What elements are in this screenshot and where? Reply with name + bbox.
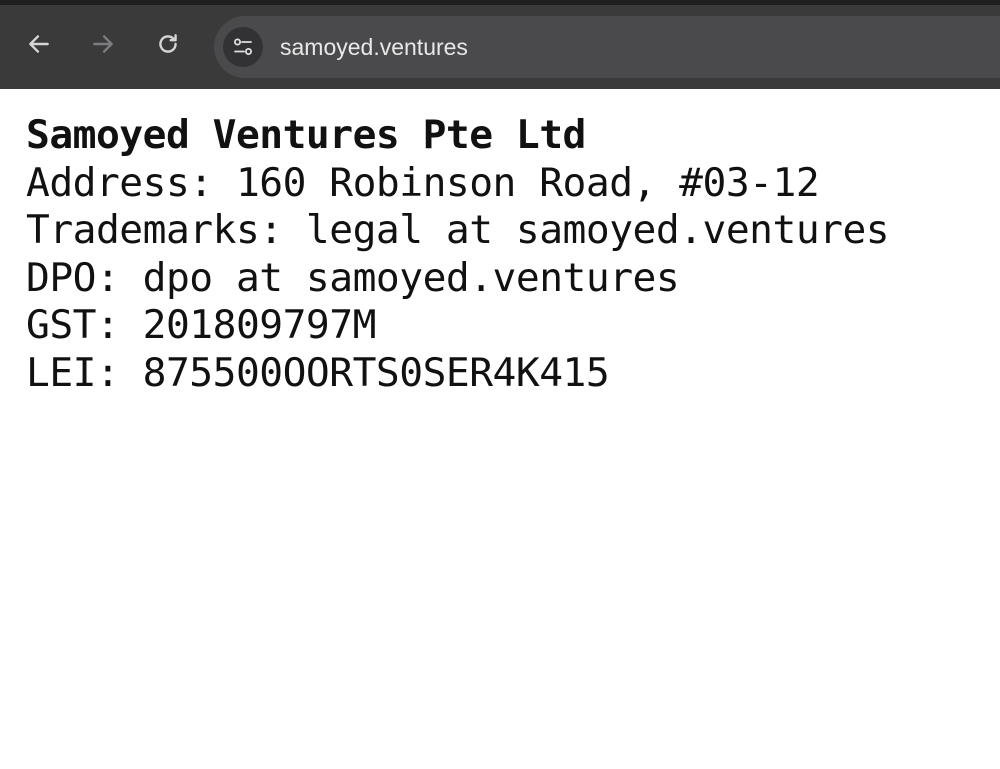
reload-button[interactable] <box>150 26 186 62</box>
page-content: Samoyed Ventures Pte Ltd Address: 160 Ro… <box>26 112 986 397</box>
tune-icon <box>234 38 252 55</box>
address-bar[interactable]: samoyed.ventures <box>214 16 1000 78</box>
arrow-right-icon <box>93 35 113 53</box>
back-button[interactable] <box>21 26 57 62</box>
forward-button[interactable] <box>85 26 121 62</box>
browser-toolbar: samoyed.ventures <box>0 0 1000 89</box>
gst-line: GST: 201809797M <box>26 302 376 348</box>
reload-icon <box>159 34 177 53</box>
dpo-line: DPO: dpo at samoyed.ventures <box>26 254 680 301</box>
trademarks-line: Trademarks: legal at samoyed.ventures <box>26 207 890 253</box>
lei-line: LEI: 875500OORTS0SER4K415 <box>26 349 610 396</box>
site-info-button[interactable] <box>223 27 263 67</box>
company-name: Samoyed Ventures Pte Ltd <box>26 112 586 158</box>
address-line: Address: 160 Robinson Road, #03-12 <box>26 159 820 206</box>
url-text[interactable]: samoyed.ventures <box>280 34 468 60</box>
arrow-left-icon <box>29 35 49 53</box>
